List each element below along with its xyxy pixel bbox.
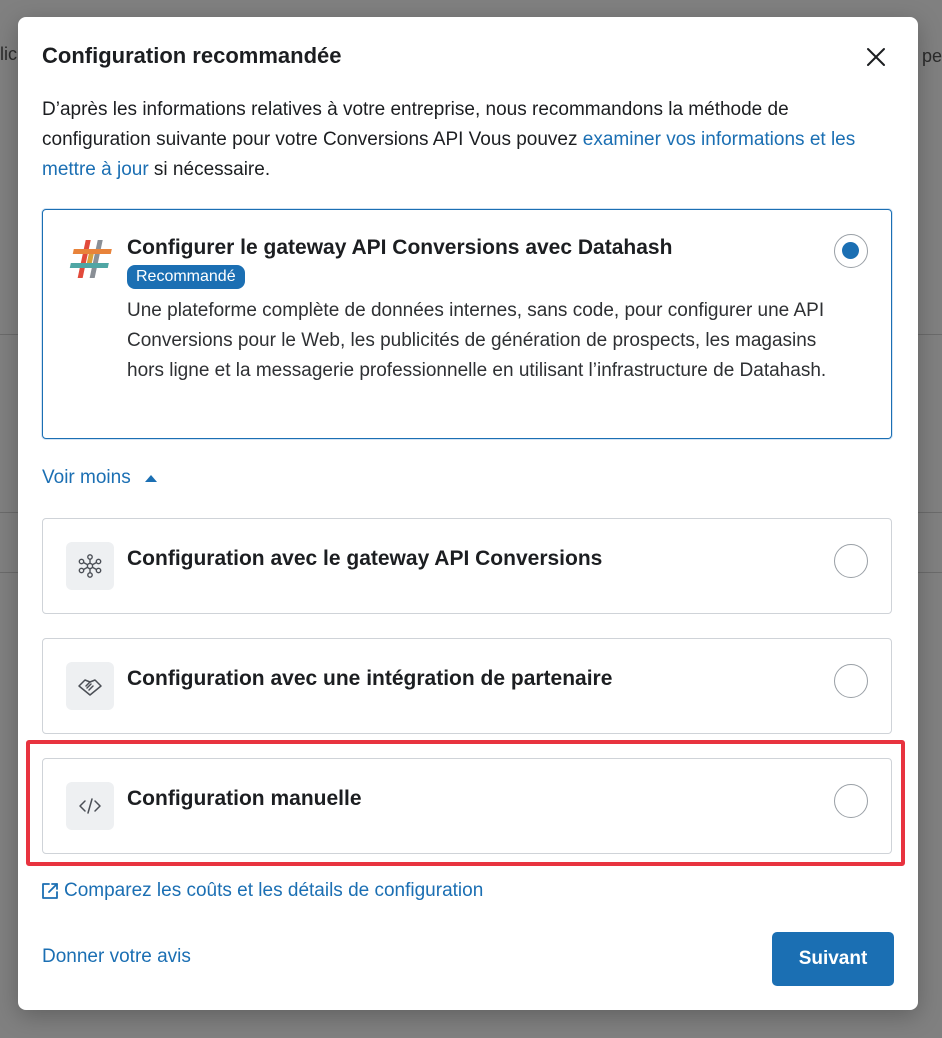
external-link-icon xyxy=(42,883,58,899)
option-title: Configuration avec le gateway API Conver… xyxy=(127,547,603,570)
option-title: Configurer le gateway API Conversions av… xyxy=(127,236,673,259)
recommended-badge: Recommandé xyxy=(127,265,245,289)
option-card-datahash[interactable]: Configurer le gateway API Conversions av… xyxy=(42,209,892,439)
handshake-icon xyxy=(66,662,114,710)
radio-partner[interactable] xyxy=(834,664,868,698)
option-title: Configuration manuelle xyxy=(127,787,362,810)
radio-selected-dot xyxy=(842,242,859,259)
datahash-logo-icon xyxy=(65,234,115,284)
option-card-partner[interactable]: Configuration avec une intégration de pa… xyxy=(42,638,892,734)
radio-gateway[interactable] xyxy=(834,544,868,578)
dialog-title: Configuration recommandée xyxy=(42,43,342,68)
next-button[interactable]: Suivant xyxy=(772,932,894,986)
caret-up-icon xyxy=(144,475,157,482)
option-card-gateway[interactable]: Configuration avec le gateway API Conver… xyxy=(42,518,892,614)
show-less-toggle[interactable]: Voir moins xyxy=(42,467,159,489)
option-description: Une plateforme complète de données inter… xyxy=(127,300,827,381)
close-button[interactable] xyxy=(862,43,890,71)
option-card-manual[interactable]: Configuration manuelle xyxy=(42,758,892,854)
radio-datahash[interactable] xyxy=(834,234,868,268)
compare-costs-link[interactable]: Comparez les coûts et les détails de con… xyxy=(40,880,483,902)
compare-costs-label: Comparez les coûts et les détails de con… xyxy=(64,880,484,901)
option-title: Configuration avec une intégration de pa… xyxy=(127,667,613,690)
close-icon xyxy=(867,48,885,66)
intro-paragraph: D’après les informations relatives à vot… xyxy=(42,95,892,185)
network-hub-icon xyxy=(66,542,114,590)
give-feedback-link[interactable]: Donner votre avis xyxy=(42,946,191,968)
intro-suffix: si nécessaire. xyxy=(148,159,271,180)
radio-manual[interactable] xyxy=(834,784,868,818)
recommended-setup-dialog: Configuration recommandée D’après les in… xyxy=(18,17,918,1010)
show-less-label: Voir moins xyxy=(42,467,131,488)
code-icon xyxy=(66,782,114,830)
